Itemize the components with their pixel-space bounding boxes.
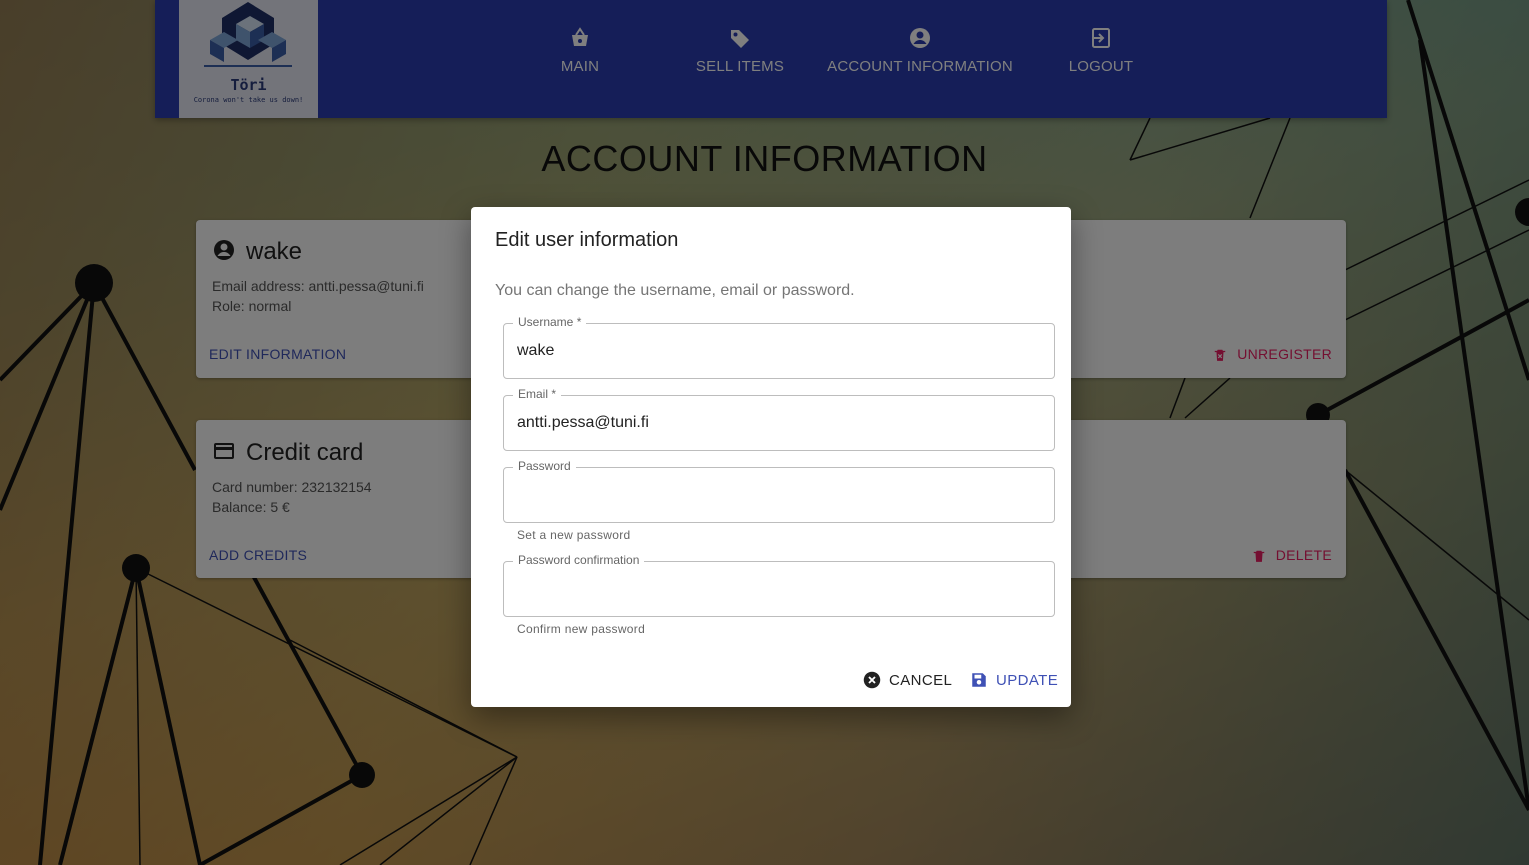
cancel-button[interactable]: CANCEL — [863, 671, 952, 689]
edit-user-dialog: Edit user information You can change the… — [471, 207, 1071, 707]
email-input[interactable]: antti.pessa@tuni.fi — [517, 414, 649, 432]
email-field[interactable]: Email * antti.pessa@tuni.fi — [503, 387, 1055, 451]
username-input[interactable]: wake — [517, 342, 554, 360]
password-confirmation-field[interactable]: Password confirmation — [503, 553, 1055, 617]
username-field[interactable]: Username * wake — [503, 315, 1055, 379]
dialog-title: Edit user information — [495, 229, 679, 251]
username-label: Username * — [513, 315, 587, 329]
save-icon — [972, 673, 986, 687]
password-helper-text: Set a new password — [517, 528, 631, 542]
password-confirmation-label: Password confirmation — [513, 553, 645, 567]
confirm-helper-text: Confirm new password — [517, 622, 646, 636]
dialog-description: You can change the username, email or pa… — [495, 282, 855, 299]
password-field[interactable]: Password — [503, 459, 1055, 523]
cancel-circle-icon — [863, 671, 881, 689]
cancel-label: CANCEL — [889, 672, 953, 689]
update-label: UPDATE — [996, 672, 1059, 689]
email-label: Email * — [513, 387, 562, 401]
password-label: Password — [513, 459, 576, 473]
update-button[interactable]: UPDATE — [970, 671, 1058, 689]
